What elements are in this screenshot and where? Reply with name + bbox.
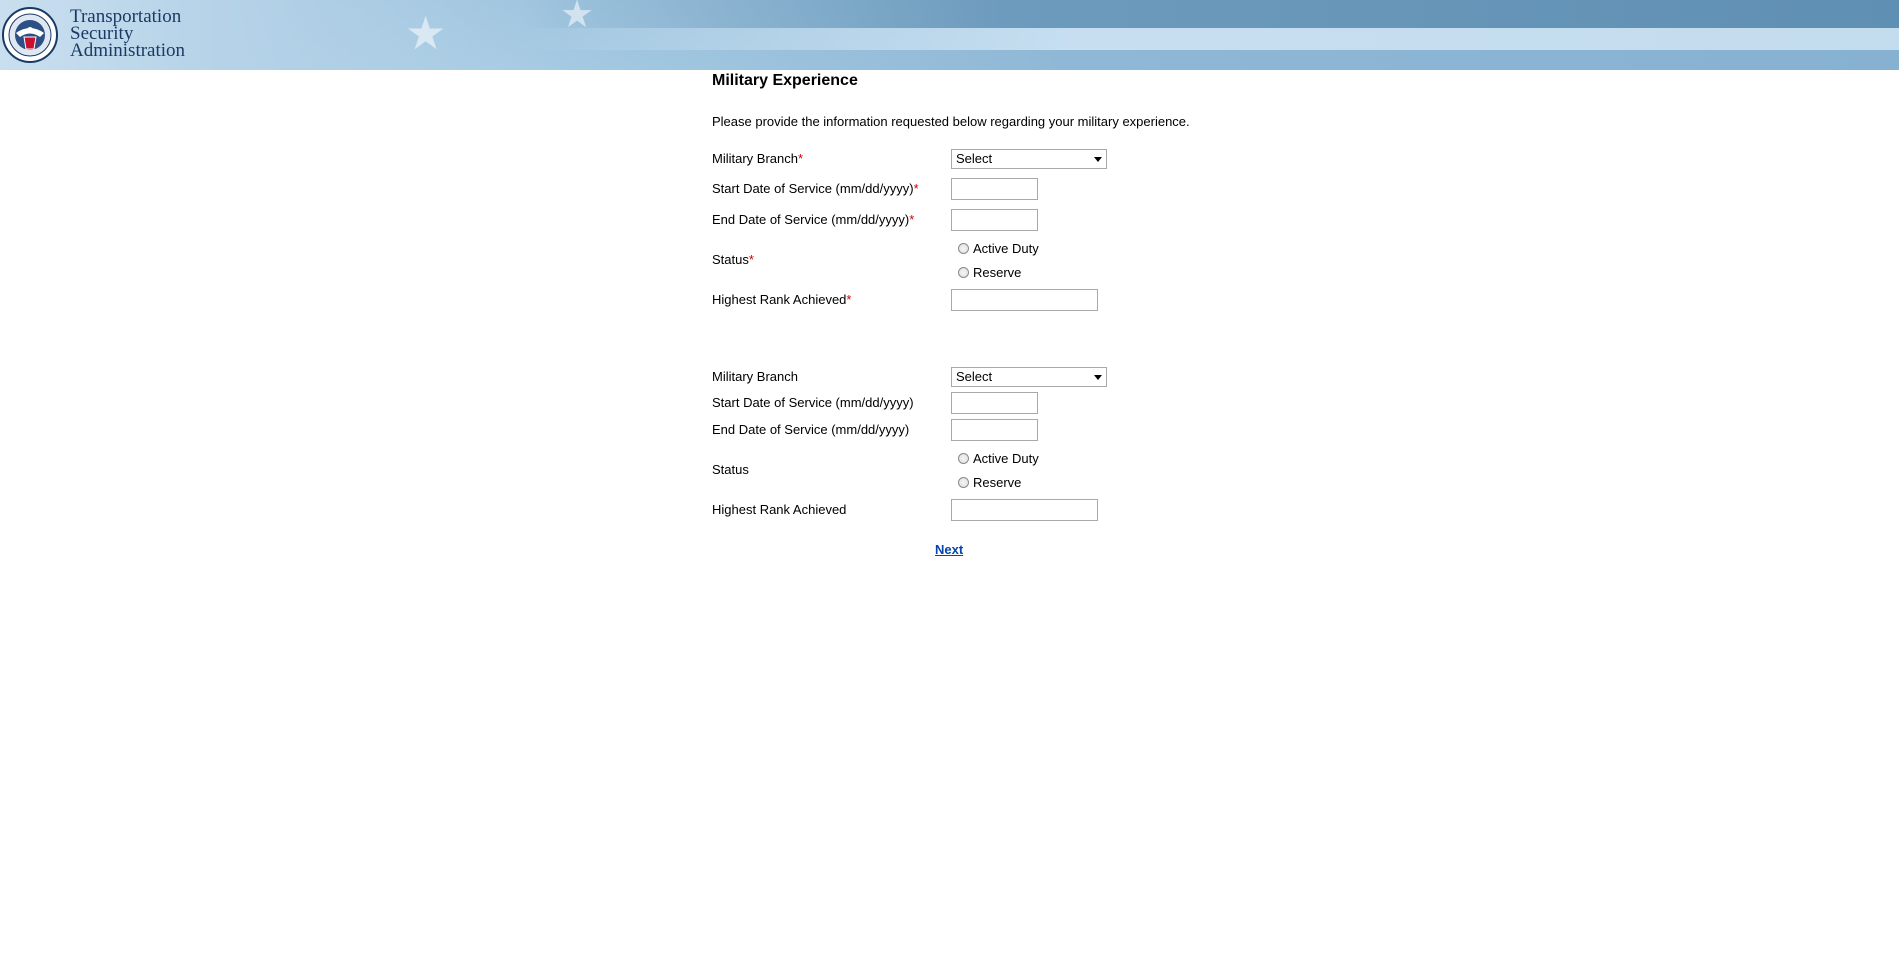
start-date-input-2[interactable] xyxy=(951,392,1038,414)
select-value: Select xyxy=(956,151,993,166)
chevron-down-icon xyxy=(1094,157,1102,162)
star-icon: ★ xyxy=(405,7,447,59)
status-label-1: Status* xyxy=(712,252,754,267)
end-date-input-2[interactable] xyxy=(951,419,1038,441)
radio-button[interactable] xyxy=(958,243,969,254)
end-date-input-1[interactable] xyxy=(951,209,1038,231)
start-date-label-1: Start Date of Service (mm/dd/yyyy)* xyxy=(712,181,919,196)
start-date-input-1[interactable] xyxy=(951,178,1038,200)
star-icon: ★ xyxy=(560,0,595,36)
status-option-reserve-1[interactable]: Reserve xyxy=(958,265,1021,281)
page-title: Military Experience xyxy=(712,72,858,89)
header-stripe-bottom xyxy=(520,50,1899,70)
branch-label-2: Military Branch xyxy=(712,369,798,384)
header-stripe-middle xyxy=(520,28,1899,50)
select-value: Select xyxy=(956,369,993,384)
site-header: ★ ★ Transportation Security Administrati… xyxy=(0,0,1899,70)
required-marker: * xyxy=(913,181,919,196)
end-date-label-1: End Date of Service (mm/dd/yyyy)* xyxy=(712,212,915,227)
tsa-logo-text[interactable]: Transportation Security Administration xyxy=(70,7,186,61)
required-marker: * xyxy=(846,292,852,307)
branch-label-1: Military Branch* xyxy=(712,151,804,166)
military-branch-select-2[interactable]: Select xyxy=(951,367,1107,387)
required-marker: * xyxy=(797,151,804,166)
military-branch-select-1[interactable]: Select xyxy=(951,149,1107,169)
status-option-active-duty-1[interactable]: Active Duty xyxy=(958,241,1039,257)
highest-rank-input-2[interactable] xyxy=(951,499,1098,521)
page-intro: Please provide the information requested… xyxy=(712,114,1190,129)
next-link[interactable]: Next xyxy=(935,542,963,557)
status-option-active-duty-2[interactable]: Active Duty xyxy=(958,451,1039,467)
highest-rank-input-1[interactable] xyxy=(951,289,1098,311)
chevron-down-icon xyxy=(1094,375,1102,380)
status-option-reserve-2[interactable]: Reserve xyxy=(958,475,1021,491)
status-label-2: Status xyxy=(712,462,749,477)
radio-button[interactable] xyxy=(958,477,969,488)
header-stripe-top xyxy=(520,0,1899,28)
logo-line-3: Administration xyxy=(70,40,186,61)
dhs-seal-icon xyxy=(2,7,58,63)
rank-label-1: Highest Rank Achieved* xyxy=(712,292,852,307)
radio-button[interactable] xyxy=(958,453,969,464)
required-marker: * xyxy=(909,212,915,227)
end-date-label-2: End Date of Service (mm/dd/yyyy) xyxy=(712,422,910,437)
rank-label-2: Highest Rank Achieved xyxy=(712,502,847,517)
required-marker: * xyxy=(748,252,754,267)
start-date-label-2: Start Date of Service (mm/dd/yyyy) xyxy=(712,395,914,410)
radio-button[interactable] xyxy=(958,267,969,278)
